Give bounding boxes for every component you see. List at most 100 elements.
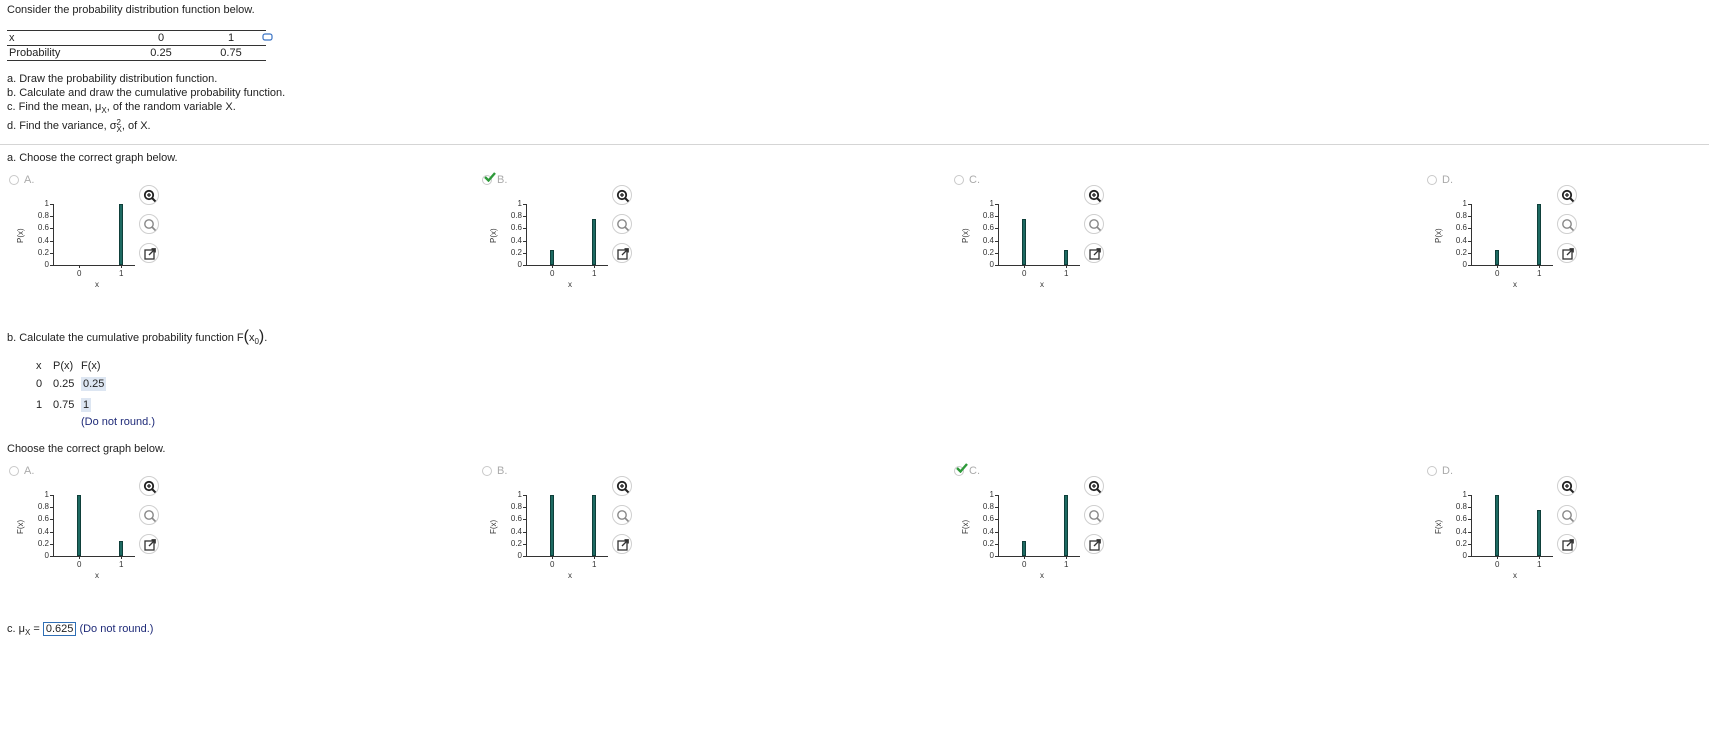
popout-button[interactable] bbox=[612, 534, 632, 554]
x-axis-extension bbox=[1523, 556, 1553, 557]
part-a-prompt: a. Choose the correct graph below. bbox=[7, 152, 178, 164]
cum-row1-p: 0.75 bbox=[53, 399, 75, 411]
zoom-in-icon bbox=[143, 480, 157, 494]
zoom-in-button[interactable] bbox=[1557, 185, 1577, 205]
y-tick-label: 0 bbox=[44, 260, 49, 269]
popout-button[interactable] bbox=[1084, 243, 1104, 263]
y-tick-label: 0.8 bbox=[982, 211, 994, 221]
check-mark-icon bbox=[956, 463, 968, 473]
zoom-out-button[interactable] bbox=[139, 505, 159, 525]
popout-button[interactable] bbox=[1557, 243, 1577, 263]
y-axis-label: P(x) bbox=[16, 228, 25, 243]
x-tick-mark bbox=[594, 556, 595, 559]
zoom-in-button[interactable] bbox=[1084, 185, 1104, 205]
popout-icon bbox=[144, 248, 156, 260]
cum-row0-f-answer[interactable]: 0.25 bbox=[81, 377, 107, 391]
zoom-out-button[interactable] bbox=[1557, 505, 1577, 525]
chart-bar bbox=[1537, 510, 1541, 556]
y-tick-label: 0.4 bbox=[510, 526, 522, 536]
cum-header-f: F(x) bbox=[81, 360, 101, 372]
chart-bar bbox=[1495, 495, 1499, 556]
zoom-in-button[interactable] bbox=[612, 476, 632, 496]
y-tick-label: 0.4 bbox=[982, 235, 994, 245]
chart-bar bbox=[550, 495, 554, 556]
table-x-0: 0 bbox=[126, 30, 196, 46]
option-radio[interactable] bbox=[9, 466, 19, 476]
y-tick-label: 0.8 bbox=[37, 211, 49, 221]
zoom-out-button[interactable] bbox=[1084, 505, 1104, 525]
zoom-in-button[interactable] bbox=[139, 185, 159, 205]
popout-icon bbox=[1562, 248, 1574, 260]
y-tick-label: 0.8 bbox=[1455, 211, 1467, 221]
y-tick-label: 1 bbox=[44, 199, 49, 208]
zoom-out-button[interactable] bbox=[1557, 214, 1577, 234]
x-tick-label: 1 bbox=[1064, 560, 1069, 569]
cum-header-x: x bbox=[36, 360, 42, 372]
option-radio[interactable] bbox=[482, 466, 492, 476]
zoom-out-button[interactable] bbox=[612, 505, 632, 525]
zoom-out-button[interactable] bbox=[139, 214, 159, 234]
zoom-in-button[interactable] bbox=[1557, 476, 1577, 496]
y-tick-label: 1 bbox=[44, 490, 49, 499]
y-tick-label: 0.2 bbox=[982, 247, 994, 257]
popout-button[interactable] bbox=[139, 534, 159, 554]
y-axis bbox=[526, 495, 527, 556]
zoom-out-icon bbox=[1562, 219, 1575, 232]
table-p-0: 0.25 bbox=[126, 45, 196, 61]
zoom-out-icon bbox=[144, 219, 157, 232]
popout-button[interactable] bbox=[612, 243, 632, 263]
popout-button[interactable] bbox=[1557, 534, 1577, 554]
copy-data-icon[interactable] bbox=[262, 32, 274, 42]
y-tick-label: 0.4 bbox=[37, 526, 49, 536]
y-tick-label: 0.2 bbox=[1455, 247, 1467, 257]
x-axis-extension bbox=[1523, 265, 1553, 266]
mean-answer-field[interactable]: 0.625 bbox=[42, 622, 77, 636]
popout-button[interactable] bbox=[139, 243, 159, 263]
zoom-in-button[interactable] bbox=[139, 476, 159, 496]
x-tick-label: 1 bbox=[119, 560, 124, 569]
x-tick-mark bbox=[79, 265, 80, 268]
zoom-out-button[interactable] bbox=[612, 214, 632, 234]
zoom-out-icon bbox=[617, 219, 630, 232]
x-axis-label: x bbox=[568, 280, 572, 289]
part-b-prompt: b. Calculate the cumulative probability … bbox=[7, 328, 268, 347]
zoom-in-icon bbox=[143, 189, 157, 203]
y-axis-label: P(x) bbox=[1434, 228, 1443, 243]
zoom-out-button[interactable] bbox=[1084, 214, 1104, 234]
option-radio[interactable] bbox=[954, 175, 964, 185]
x-axis-extension bbox=[1050, 556, 1080, 557]
x-axis-extension bbox=[105, 265, 135, 266]
question-c: c. Find the mean, μX, of the random vari… bbox=[7, 101, 236, 116]
y-tick-label: 1 bbox=[517, 199, 522, 208]
chart-bar bbox=[1064, 249, 1068, 265]
zoom-in-button[interactable] bbox=[612, 185, 632, 205]
option-letter: B. bbox=[497, 465, 508, 477]
x-tick-label: 1 bbox=[592, 269, 597, 278]
distribution-table: x 0 1 Probability 0.25 0.75 bbox=[7, 30, 266, 61]
y-tick-label: 0 bbox=[517, 551, 522, 560]
x-tick-label: 1 bbox=[1537, 269, 1542, 278]
x-tick-mark bbox=[121, 556, 122, 559]
zoom-in-icon bbox=[1561, 189, 1575, 203]
intro-text: Consider the probability distribution fu… bbox=[7, 4, 255, 16]
zoom-in-button[interactable] bbox=[1084, 476, 1104, 496]
popout-icon bbox=[144, 539, 156, 551]
option-radio[interactable] bbox=[1427, 175, 1437, 185]
popout-button[interactable] bbox=[1084, 534, 1104, 554]
y-tick-label: 0.6 bbox=[1455, 223, 1467, 233]
check-mark-icon bbox=[484, 172, 496, 182]
cum-row1-f-answer[interactable]: 1 bbox=[81, 398, 92, 412]
x-tick-mark bbox=[1497, 265, 1498, 268]
x-axis-extension bbox=[578, 556, 608, 557]
x-tick-mark bbox=[1066, 556, 1067, 559]
option-radio[interactable] bbox=[9, 175, 19, 185]
chart-bar bbox=[1022, 540, 1026, 556]
popout-icon bbox=[617, 248, 629, 260]
y-tick-label: 0 bbox=[1462, 260, 1467, 269]
y-tick-label: 0.2 bbox=[37, 538, 49, 548]
table-header-probability: Probability bbox=[7, 45, 126, 61]
x-tick-label: 0 bbox=[1495, 560, 1500, 569]
option-radio[interactable] bbox=[1427, 466, 1437, 476]
x-tick-label: 0 bbox=[77, 560, 82, 569]
chart-bar bbox=[592, 495, 596, 556]
